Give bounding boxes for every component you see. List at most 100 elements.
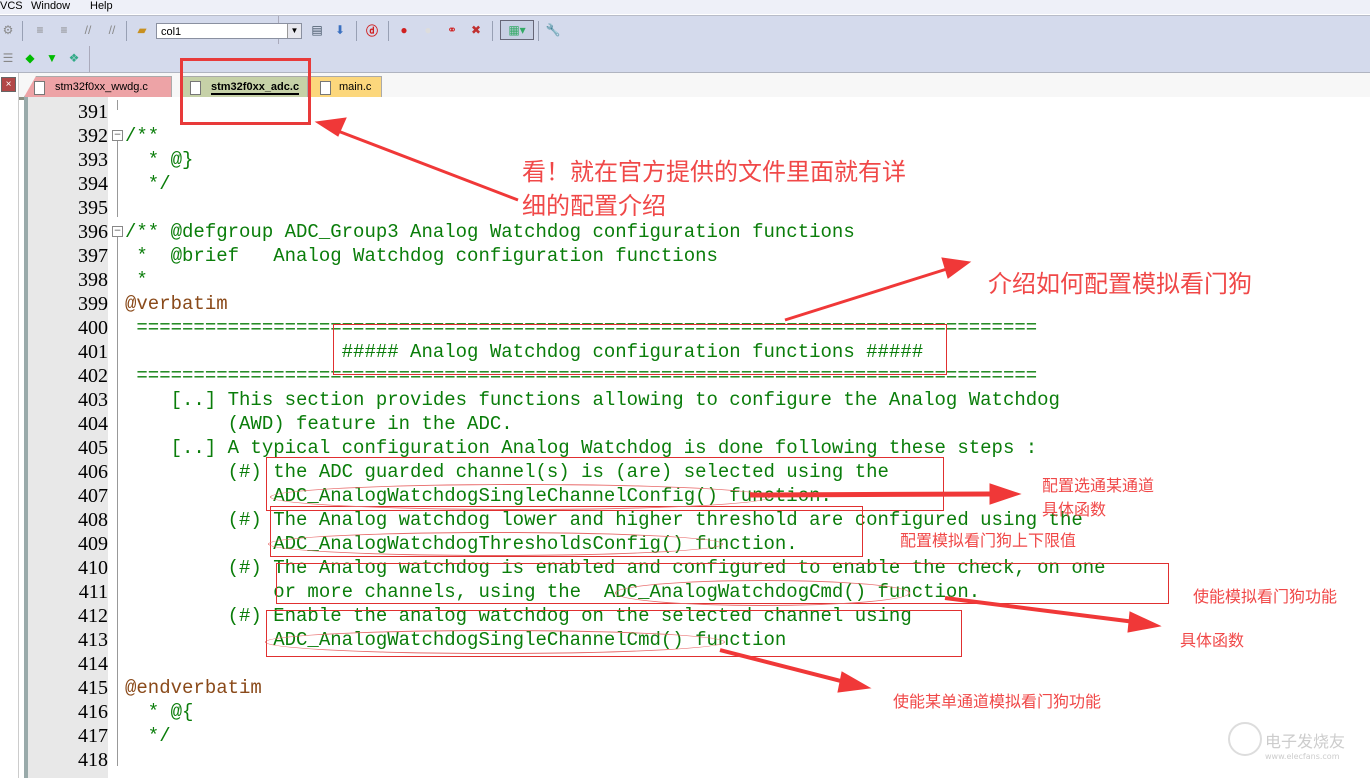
annotation-enable-awd: 使能模拟看门狗功能 [1193,587,1338,606]
line-number: 408 [78,509,108,531]
annotation-look: 看！就在官方提供的文件里面就有详 [522,158,906,186]
tab-stm32f0xx-wwdg[interactable]: stm32f0xx_wwdg.c [24,76,172,97]
find-in-files-icon[interactable]: ▤ [309,22,325,38]
line-number: 406 [78,461,108,483]
fold-toggle-icon[interactable]: − [112,130,123,141]
find-icon[interactable]: ⬇ [332,22,348,38]
code-text: * @{ [125,701,194,723]
menu-help[interactable]: Help [90,0,113,13]
find-combo[interactable]: col1 ▼ [156,23,302,39]
line-number: 397 [78,245,108,267]
line-number: 414 [78,653,108,675]
line-number: 410 [78,557,108,579]
code-line[interactable]: 395 [28,196,1368,220]
indent-icon[interactable]: ≡ [32,22,48,38]
annotation-look-cont: 细的配置介绍 [522,192,666,220]
code-line[interactable]: 416 * @{ [28,700,1368,724]
file-icon [320,81,331,95]
line-number: 401 [78,341,108,363]
line-number: 402 [78,365,108,387]
code-line[interactable]: 417 */ [28,724,1368,748]
code-line[interactable]: 415 @endverbatim [28,676,1368,700]
comment-icon[interactable]: // [80,22,96,38]
code-line[interactable]: 404 (AWD) feature in the ADC. [28,412,1368,436]
line-number: 418 [78,749,108,771]
line-number: 398 [78,269,108,291]
unindent-icon[interactable]: ≡ [56,22,72,38]
code-text: * @} [125,149,194,171]
code-line[interactable]: 403 [..] This section provides functions… [28,388,1368,412]
menu-vcs[interactable]: VCS [0,0,23,13]
code-text: */ [125,173,171,195]
find-combo-value: col1 [161,26,182,38]
code-text: [..] This section provides functions all… [125,389,1060,411]
line-number: 399 [78,293,108,315]
menu-window[interactable]: Window [31,0,70,13]
toolbar-separator [492,21,493,41]
highlight-ellipse [265,630,725,654]
code-text: /** @defgroup ADC_Group3 Analog Watchdog… [125,221,855,243]
highlight-box-tab [180,58,311,125]
open-folder-icon[interactable]: ▰ [134,22,150,38]
chevron-down-icon[interactable]: ▼ [287,24,301,38]
code-line[interactable]: 396−/** @defgroup ADC_Group3 Analog Watc… [28,220,1368,244]
line-number: 395 [78,197,108,219]
line-number: 392 [78,125,108,147]
line-number: 396 [78,221,108,243]
line-number: 407 [78,485,108,507]
line-number: 405 [78,437,108,459]
tab-label: main.c [339,81,372,93]
watermark-name: 电子发烧友 [1265,732,1346,751]
line-number: 409 [78,533,108,555]
file-icon [34,81,45,95]
line-number: 404 [78,413,108,435]
line-number: 394 [78,173,108,195]
line-number: 391 [78,101,108,123]
code-text: /** [125,125,160,147]
multi-diamond-icon[interactable]: ❖ [66,50,82,66]
kill-breakpoints-icon[interactable]: ✖ [468,22,484,38]
left-panel [0,73,19,778]
annotation-specific-func: 具体函数 [1042,500,1107,519]
highlight-ellipse [268,532,723,556]
watermark: 电子发烧友 www.elecfans.com [1265,728,1345,761]
fold-toggle-icon[interactable]: − [112,226,123,237]
watermark-url: www.elecfans.com [1265,752,1340,761]
green-diamond-icon[interactable]: ◆ [22,50,38,66]
tab-main-c[interactable]: main.c [310,76,382,97]
line-number: 413 [78,629,108,651]
breakpoint-icon[interactable]: ● [396,22,412,38]
toolbar-separator [388,21,389,41]
filter-icon[interactable]: ▼ [44,50,60,66]
annotation-intro: 介绍如何配置模拟看门狗 [988,270,1252,298]
toolbar-separator [22,21,23,41]
close-icon[interactable]: × [1,77,16,92]
outline-icon[interactable]: ⚙ [0,22,16,38]
code-line[interactable]: 392−/** [28,124,1368,148]
toolbar-separator [356,21,357,41]
line-number: 400 [78,317,108,339]
line-number: 412 [78,605,108,627]
window-icon[interactable]: ▦▾ [500,20,534,40]
code-text: (AWD) feature in the ADC. [125,413,513,435]
line-number: 415 [78,677,108,699]
code-text: * [125,269,148,291]
annotation-enable-single: 使能某单通道模拟看门狗功能 [893,692,1102,711]
code-line[interactable]: 418 [28,748,1368,772]
highlight-ellipse [270,484,770,510]
breakpoint-disabled-icon[interactable]: ● [420,22,436,38]
highlight-ellipse [615,580,910,606]
annotation-specific-func-2: 具体函数 [1180,631,1245,650]
tab-label: stm32f0xx_wwdg.c [55,81,148,93]
toolbar-separator [538,21,539,41]
breakpoints-icon[interactable]: ⚭ [444,22,460,38]
code-text: */ [125,725,171,747]
uncomment-icon[interactable]: // [104,22,120,38]
debug-icon[interactable]: ⓓ [364,22,380,38]
highlight-box-section-title [333,324,947,375]
line-number: 411 [78,581,108,603]
code-text: * @brief Analog Watchdog configuration f… [125,245,718,267]
wrench-icon[interactable]: 🔧 [545,22,561,38]
line-number: 416 [78,701,108,723]
tree-icon[interactable]: ☰ [0,50,16,66]
